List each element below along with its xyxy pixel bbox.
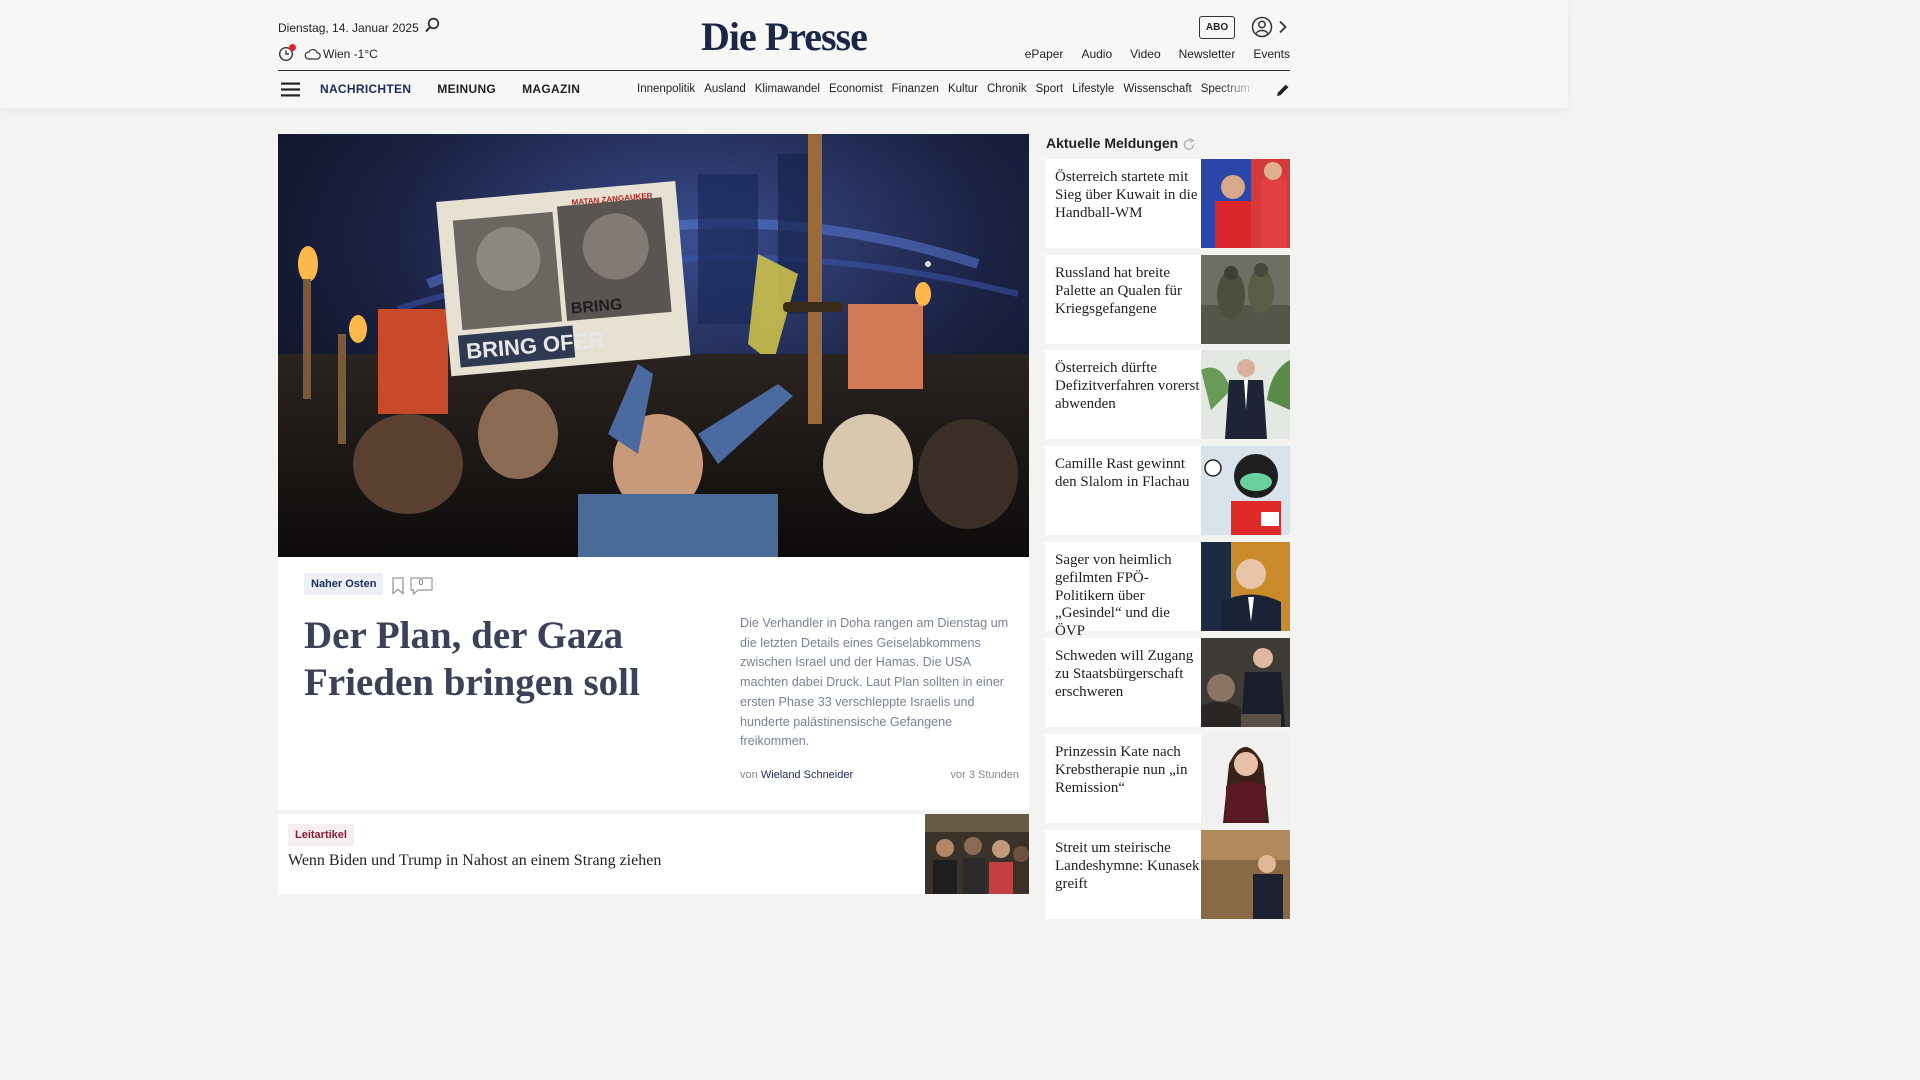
news-item-title: Sager von heimlich gefilmten FPÖ-Politik… — [1055, 552, 1172, 640]
news-item[interactable]: Streit um steirische Landeshymne: Kunase… — [1045, 830, 1290, 919]
news-item-thumbnail — [1201, 446, 1290, 535]
news-item-title: Prinzessin Kate nach Krebstherapie nun „… — [1055, 744, 1188, 796]
nav-magazin[interactable]: MAGAZIN — [522, 82, 580, 96]
section-link-wissenschaft[interactable]: Wissenschaft — [1123, 83, 1191, 95]
news-item[interactable]: Sager von heimlich gefilmten FPÖ-Politik… — [1045, 542, 1290, 639]
section-navigation: Innenpolitik Ausland Klimawandel Economist F… — [637, 83, 1259, 95]
current-date: Dienstag, 14. Januar 2025 — [278, 21, 419, 35]
lead-article-card: BRING OFER BRING MATAN ZANGAUKER Naher O… — [278, 134, 1029, 810]
nav-nachrichten[interactable]: NACHRICHTEN — [320, 82, 411, 96]
top-link-newsletter[interactable]: Newsletter — [1179, 47, 1236, 61]
section-link-sport[interactable]: Sport — [1036, 83, 1064, 95]
category-tag[interactable]: Naher Osten — [304, 573, 384, 595]
chevron-right-icon[interactable] — [1278, 20, 1288, 34]
publish-time: vor 3 Stunden — [950, 769, 1020, 781]
user-account-icon[interactable] — [1251, 16, 1273, 38]
nav-meinung[interactable]: MEINUNG — [437, 82, 496, 96]
news-item[interactable]: Österreich startete mit Sieg über Kuwait… — [1045, 159, 1290, 248]
lead-headline[interactable]: Der Plan, der Gaza Frieden bringen soll — [304, 612, 724, 706]
section-link-chronik[interactable]: Chronik — [987, 83, 1027, 95]
news-item[interactable]: Russland hat breite Palette an Qualen fü… — [1045, 255, 1290, 344]
section-link-ausland[interactable]: Ausland — [704, 83, 746, 95]
byline: von Wieland Schneider — [740, 769, 853, 781]
secondary-article-card: Leitartikel Wenn Biden und Trump in Naho… — [278, 814, 1029, 894]
pencil-edit-icon[interactable] — [1276, 83, 1290, 97]
news-item-title: Streit um steirische Landeshymne: Kunase… — [1055, 840, 1200, 892]
section-link-klimawandel[interactable]: Klimawandel — [755, 83, 820, 95]
secondary-headline[interactable]: Wenn Biden und Trump in Nahost an einem … — [288, 852, 661, 870]
search-icon[interactable] — [424, 17, 440, 33]
top-link-audio[interactable]: Audio — [1081, 47, 1112, 61]
main-navigation: NACHRICHTEN MEINUNG MAGAZIN — [320, 82, 580, 96]
abo-button[interactable]: ABO — [1199, 16, 1235, 39]
news-item-thumbnail — [1201, 830, 1290, 919]
byline-prefix: von — [740, 769, 758, 781]
news-item-title: Camille Rast gewinnt den Slalom in Flach… — [1055, 456, 1190, 490]
section-nav-fade — [1218, 78, 1260, 102]
comment-count: 0 — [418, 578, 424, 587]
news-item-thumbnail — [1201, 734, 1290, 823]
site-header: Dienstag, 14. Januar 2025 Wien -1°C Die … — [0, 0, 1568, 108]
author-link[interactable]: Wieland Schneider — [761, 769, 853, 781]
news-item-title: Schweden will Zugang zu Staatsbürgerscha… — [1055, 648, 1194, 700]
site-logo[interactable]: Die Presse — [701, 17, 868, 57]
secondary-article-thumbnail[interactable] — [925, 814, 1029, 894]
lead-teaser: Die Verhandler in Doha rangen am Diensta… — [740, 616, 1009, 749]
section-link-kultur[interactable]: Kultur — [948, 83, 978, 95]
top-links: ePaper Audio Video Newsletter Events — [1025, 47, 1290, 61]
bookmark-icon[interactable] — [391, 577, 405, 595]
header-inner: Dienstag, 14. Januar 2025 Wien -1°C Die … — [278, 0, 1290, 108]
lead-article-photo[interactable]: BRING OFER BRING MATAN ZANGAUKER — [278, 134, 1029, 557]
section-link-finanzen[interactable]: Finanzen — [892, 83, 939, 95]
sidebar-heading: Aktuelle Meldungen — [1046, 135, 1179, 151]
header-divider — [278, 70, 1290, 71]
news-item[interactable]: Prinzessin Kate nach Krebstherapie nun „… — [1045, 734, 1290, 823]
news-item-thumbnail — [1201, 638, 1290, 727]
news-item-title: Österreich dürfte Defizitverfahren vorer… — [1055, 360, 1200, 412]
top-link-video[interactable]: Video — [1130, 47, 1160, 61]
hamburger-menu-icon[interactable] — [281, 82, 300, 97]
top-link-epaper[interactable]: ePaper — [1025, 47, 1064, 61]
cloud-icon — [304, 48, 321, 60]
category-tag-leitartikel[interactable]: Leitartikel — [288, 824, 354, 846]
news-item[interactable]: Schweden will Zugang zu Staatsbürgerscha… — [1045, 638, 1290, 727]
weather-text[interactable]: Wien -1°C — [323, 47, 378, 61]
live-indicator-dot — [289, 44, 296, 51]
news-item[interactable]: Camille Rast gewinnt den Slalom in Flach… — [1045, 446, 1290, 535]
section-link-lifestyle[interactable]: Lifestyle — [1072, 83, 1114, 95]
top-link-events[interactable]: Events — [1253, 47, 1290, 61]
news-item-title: Russland hat breite Palette an Qualen fü… — [1055, 265, 1183, 317]
news-item-thumbnail — [1201, 542, 1290, 631]
news-item-thumbnail — [1201, 255, 1290, 344]
news-item[interactable]: Österreich dürfte Defizitverfahren vorer… — [1045, 350, 1290, 439]
refresh-icon[interactable] — [1182, 138, 1196, 152]
news-item-thumbnail — [1201, 350, 1290, 439]
section-link-economist[interactable]: Economist — [829, 83, 883, 95]
news-item-thumbnail — [1201, 159, 1290, 248]
section-link-innenpolitik[interactable]: Innenpolitik — [637, 83, 695, 95]
news-item-title: Österreich startete mit Sieg über Kuwait… — [1055, 169, 1198, 221]
